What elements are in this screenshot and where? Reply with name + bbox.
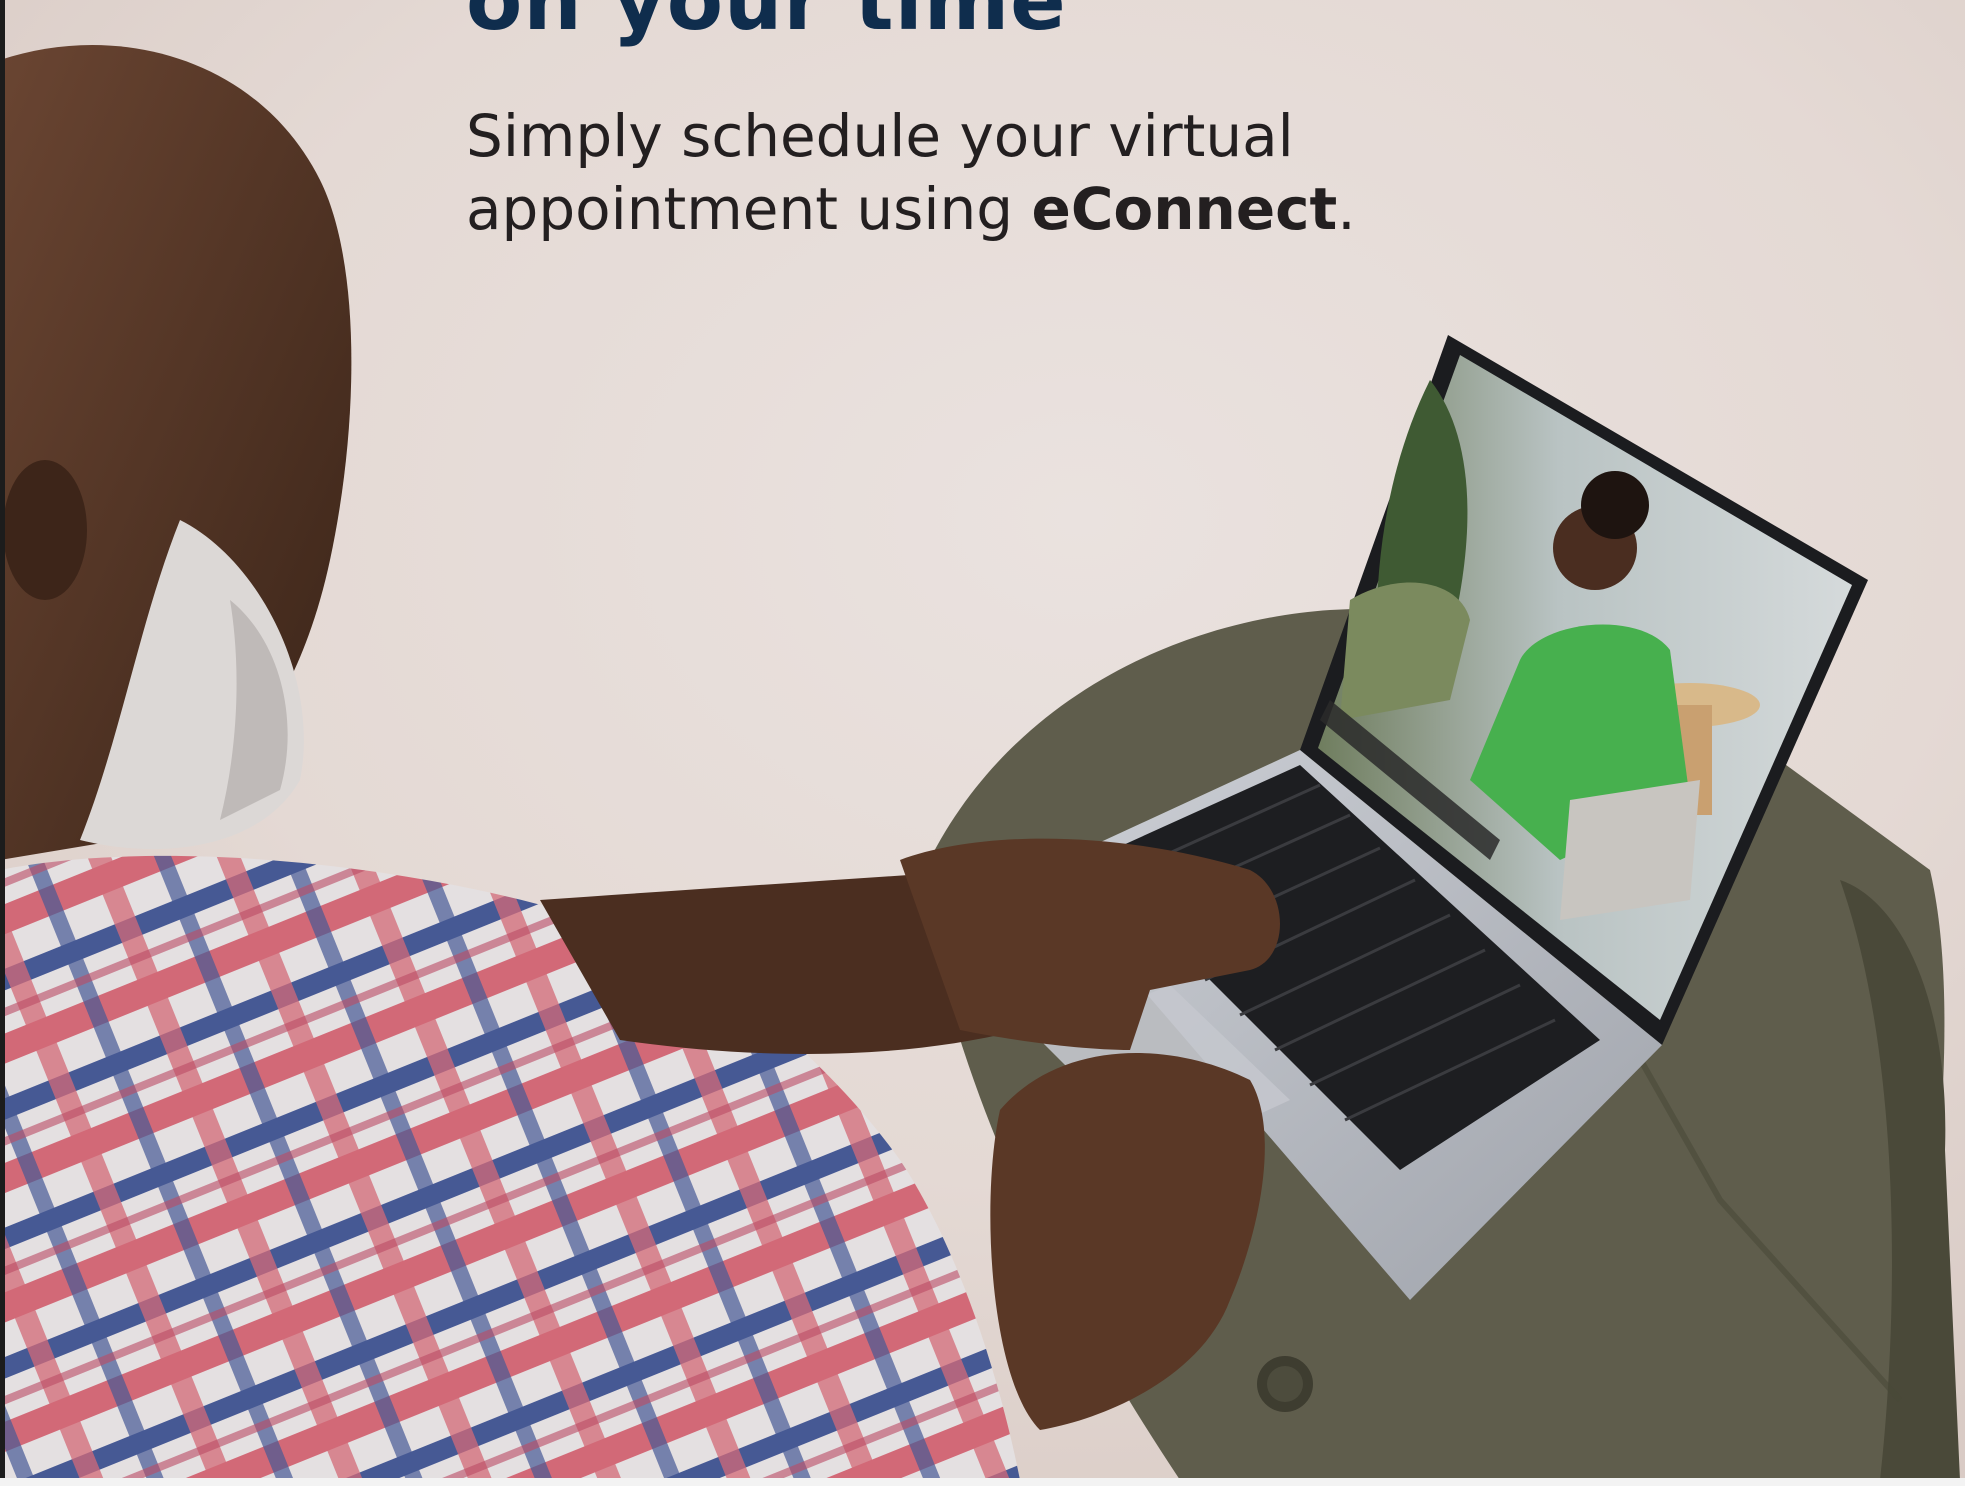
- ad-page: on your time Simply schedule your virtua…: [0, 0, 1965, 1486]
- left-border: [0, 0, 5, 1486]
- subhead-period: .: [1337, 175, 1356, 243]
- bottom-border: [0, 1478, 1965, 1486]
- econnect-brand: eConnect: [1031, 175, 1338, 243]
- headline: on your time: [466, 0, 1067, 49]
- man-head: [0, 45, 352, 860]
- subhead: Simply schedule your virtual appointment…: [466, 100, 1466, 246]
- subhead-line-1: Simply schedule your virtual: [466, 102, 1294, 170]
- subhead-line-2-start: appointment using: [466, 175, 1032, 243]
